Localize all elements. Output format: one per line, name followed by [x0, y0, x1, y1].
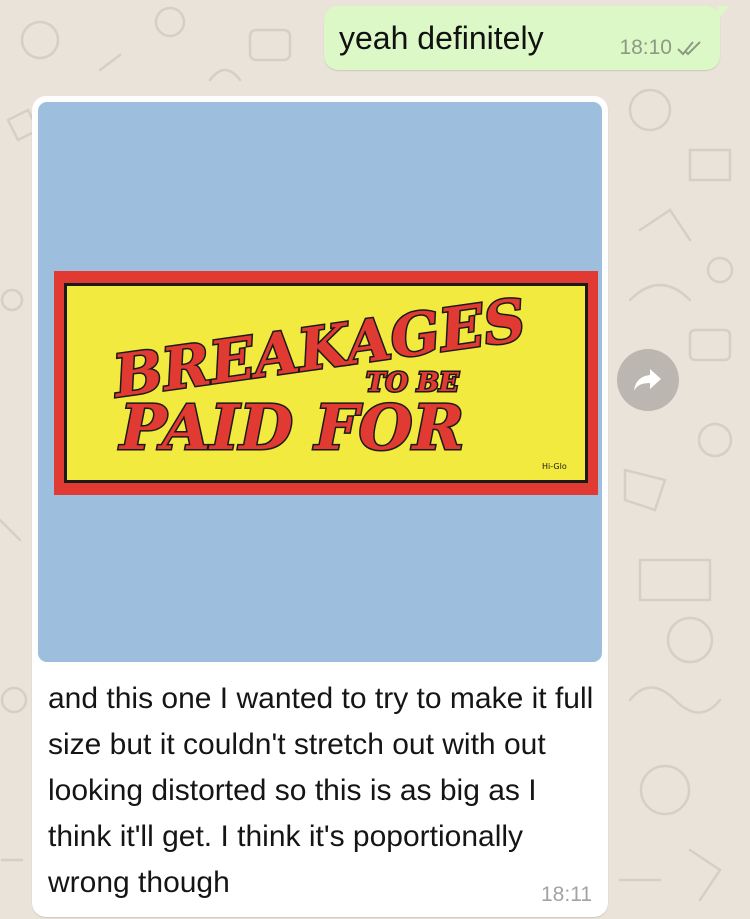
- incoming-message-time: 18:11: [541, 883, 592, 906]
- outgoing-message-text: yeah definitely: [339, 20, 544, 56]
- sign-line-3: PAID FOR: [118, 391, 464, 464]
- sign-maker-label: Hi-Glo: [542, 462, 567, 471]
- forward-button[interactable]: [617, 349, 679, 411]
- outgoing-message-bubble[interactable]: yeah definitely 18:10: [324, 6, 729, 70]
- double-check-icon: [677, 41, 701, 56]
- attached-image[interactable]: BREAKAGES TO BE PAID FOR Hi-Glo: [38, 102, 602, 662]
- incoming-message-text: and this one I wanted to try to make it …: [48, 682, 594, 899]
- outgoing-message-time: 18:10: [619, 36, 672, 59]
- bubble-tail: [717, 6, 729, 20]
- outgoing-message-meta: 18:10: [619, 36, 704, 60]
- sign-image: BREAKAGES TO BE PAID FOR Hi-Glo: [54, 271, 598, 495]
- incoming-message-bubble[interactable]: BREAKAGES TO BE PAID FOR Hi-Glo and this…: [32, 96, 608, 917]
- forward-arrow-icon: [634, 369, 661, 391]
